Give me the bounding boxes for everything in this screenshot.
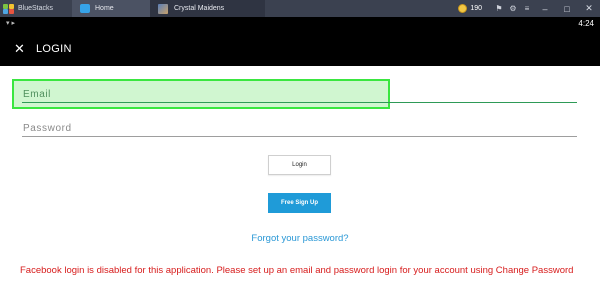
status-icons: ▾ ▸	[6, 20, 15, 27]
minimize-icon[interactable]: –	[534, 4, 556, 14]
bluestacks-brand: BlueStacks	[18, 5, 54, 12]
settings-icon[interactable]: ⚙	[506, 4, 520, 13]
coin-icon	[458, 4, 468, 13]
coin-count: 190	[470, 5, 482, 12]
email-field[interactable]: Email	[22, 86, 577, 103]
login-button[interactable]: Login	[268, 155, 331, 175]
tab-home[interactable]: Home	[72, 0, 150, 17]
tab-crystal-maidens[interactable]: Crystal Maidens	[150, 0, 265, 17]
close-icon[interactable]: ✕	[14, 41, 28, 56]
menu-icon[interactable]: ≡	[520, 4, 534, 13]
bluestacks-logo-icon	[3, 3, 15, 14]
notification-icon[interactable]: ⚑	[492, 4, 506, 13]
password-field[interactable]: Password	[22, 122, 577, 137]
android-status-bar: ▾ ▸ 4:24	[0, 17, 600, 31]
tab-game-label: Crystal Maidens	[174, 5, 225, 12]
forgot-password-link[interactable]: Forgot your password?	[0, 233, 600, 244]
page-title: LOGIN	[36, 42, 72, 55]
app-bar: ✕ LOGIN	[0, 31, 600, 66]
status-time: 4:24	[578, 19, 594, 28]
tab-home-label: Home	[95, 5, 114, 12]
maximize-icon[interactable]: □	[556, 4, 578, 14]
facebook-login-error: Facebook login is disabled for this appl…	[20, 265, 574, 276]
close-icon[interactable]: ✕	[578, 3, 600, 14]
game-icon	[158, 3, 168, 14]
free-sign-up-button[interactable]: Free Sign Up	[268, 193, 331, 213]
home-icon	[80, 4, 90, 13]
bluestacks-titlebar: BlueStacks Home Crystal Maidens 190 ⚑ ⚙ …	[0, 0, 600, 17]
